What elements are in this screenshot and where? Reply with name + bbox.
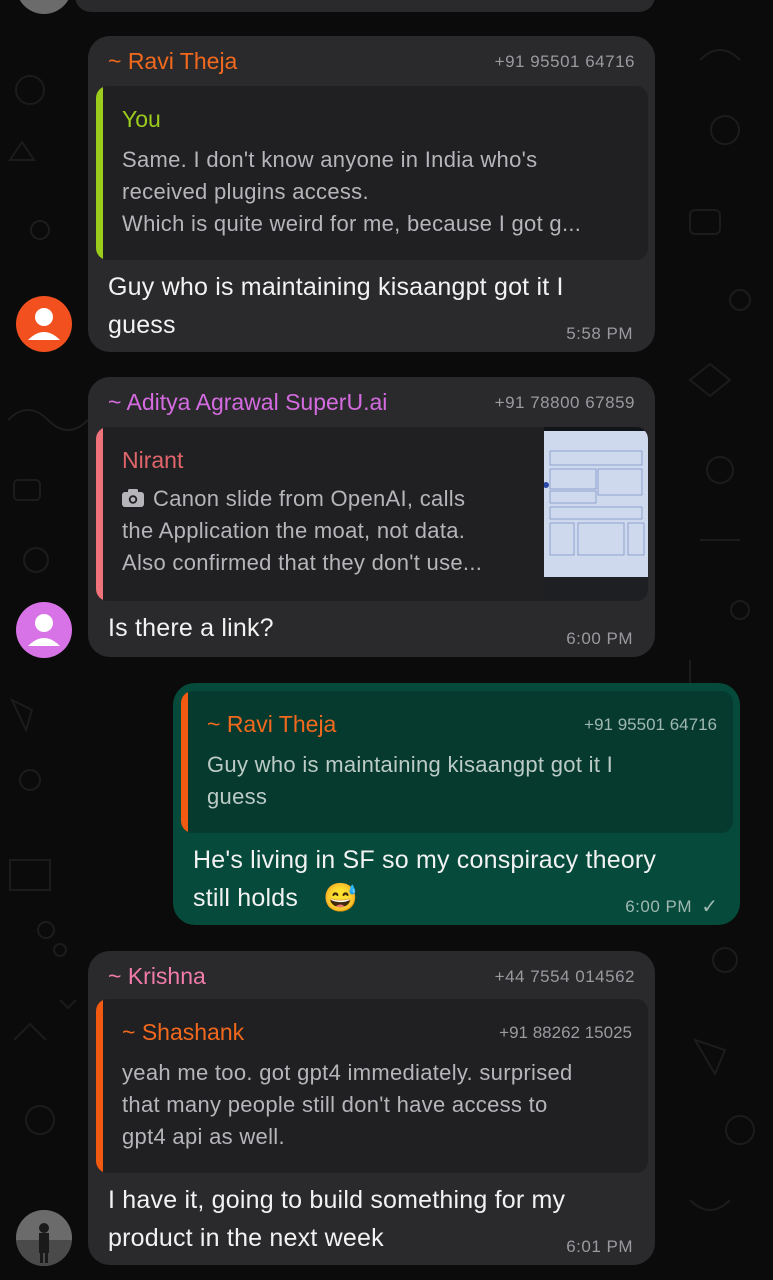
- quoted-message[interactable]: ~ Ravi Theja +91 95501 64716 Guy who is …: [181, 691, 733, 833]
- quoted-text-line: the Application the moat, not data.: [122, 518, 466, 543]
- quoted-message[interactable]: You Same. I don't know anyone in India w…: [96, 86, 648, 260]
- sender-phone: +91 95501 64716: [494, 52, 635, 71]
- quoted-text-line: received plugins access.: [122, 179, 369, 204]
- quoted-message[interactable]: Nirant Canon slide from OpenAI, calls th…: [96, 427, 648, 601]
- person-icon: [28, 614, 60, 646]
- message-time: 6:01 PM: [566, 1237, 633, 1256]
- message-text-line: product in the next week: [108, 1224, 384, 1252]
- message-text-line: I have it, going to build something for …: [108, 1186, 566, 1214]
- slide-thumbnail[interactable]: [544, 427, 648, 601]
- previous-message-bubble[interactable]: [75, 0, 655, 12]
- quoted-sender-name: You: [122, 106, 161, 132]
- message-text-line: still holds: [193, 884, 299, 912]
- sender-name[interactable]: ~ Aditya Agrawal SuperU.ai: [108, 389, 387, 416]
- quoted-text-line: yeah me too. got gpt4 immediately. surpr…: [122, 1060, 573, 1085]
- message-bubble-outgoing[interactable]: ~ Ravi Theja +91 95501 64716 Guy who is …: [173, 683, 740, 925]
- message-time: 5:58 PM: [566, 324, 633, 343]
- quoted-message[interactable]: ~ Shashank +91 88262 15025 yeah me too. …: [96, 999, 648, 1173]
- quoted-sender-name: ~ Shashank: [122, 1019, 245, 1045]
- quote-bar: [96, 86, 103, 260]
- quoted-sender-phone: +91 95501 64716: [584, 715, 717, 734]
- quoted-text-line: Same. I don't know anyone in India who's: [122, 147, 538, 172]
- message-text-line: Guy who is maintaining kisaangpt got it …: [108, 273, 564, 301]
- avatar-aditya[interactable]: [16, 602, 72, 658]
- quote-bar: [96, 427, 103, 601]
- quoted-text-line: Also confirmed that they don't use...: [122, 550, 483, 575]
- message-bubble-aditya[interactable]: ~ Aditya Agrawal SuperU.ai +91 78800 678…: [88, 377, 655, 657]
- quoted-sender-name: ~ Ravi Theja: [207, 711, 337, 737]
- person-icon: [28, 308, 60, 340]
- quoted-text-line: Canon slide from OpenAI, calls: [153, 486, 466, 511]
- quoted-text-line: guess: [207, 784, 268, 809]
- quoted-text-line: Which is quite weird for me, because I g…: [122, 211, 582, 236]
- quote-bar: [181, 691, 188, 833]
- quoted-text-line: gpt4 api as well.: [122, 1124, 285, 1149]
- message-text-line: He's living in SF so my conspiracy theor…: [193, 846, 657, 874]
- sender-name[interactable]: ~ Krishna: [108, 963, 206, 990]
- quoted-sender-phone: +91 88262 15025: [499, 1023, 632, 1042]
- quoted-sender-name: Nirant: [122, 447, 184, 473]
- message-text-line: Is there a link?: [108, 614, 274, 642]
- avatar-krishna[interactable]: [16, 1210, 72, 1266]
- message-time: 6:00 PM: [625, 897, 692, 916]
- sender-phone: +44 7554 014562: [494, 967, 635, 986]
- sweat-smile-emoji: 😅: [323, 882, 358, 913]
- sender-name[interactable]: ~ Ravi Theja: [108, 48, 237, 75]
- camera-icon: [122, 489, 144, 507]
- photo-avatar: [16, 1210, 72, 1266]
- message-bubble-ravi[interactable]: ~ Ravi Theja +91 95501 64716 You Same. I…: [88, 36, 655, 352]
- avatar-ravi[interactable]: [16, 296, 72, 352]
- quoted-text-line: Guy who is maintaining kisaangpt got it …: [207, 752, 614, 777]
- message-text-line: guess: [108, 311, 176, 339]
- message-bubble-krishna[interactable]: ~ Krishna +44 7554 014562 ~ Shashank +91…: [88, 951, 655, 1265]
- message-time: 6:00 PM: [566, 629, 633, 648]
- quote-bar: [96, 999, 103, 1173]
- sent-check-icon: ✓: [701, 896, 718, 918]
- sender-phone: +91 78800 67859: [494, 393, 635, 412]
- quoted-text-line: that many people still don't have access…: [122, 1092, 548, 1117]
